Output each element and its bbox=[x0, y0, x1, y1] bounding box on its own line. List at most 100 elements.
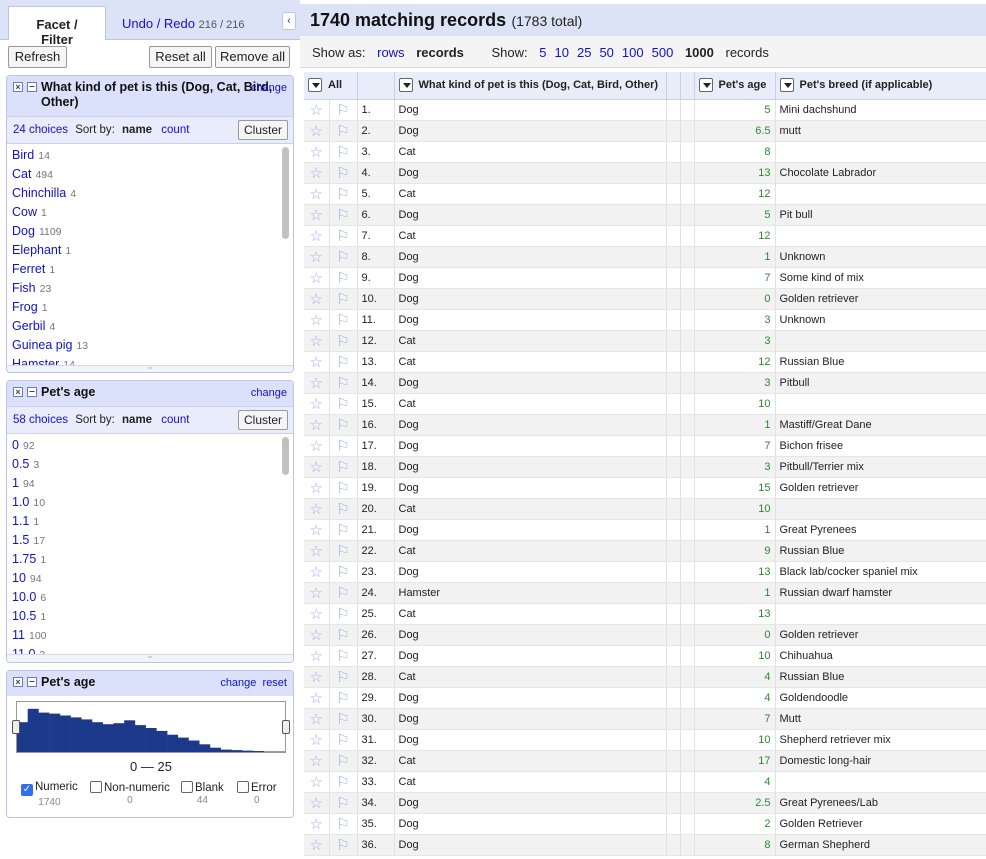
star-icon[interactable]: ☆ bbox=[304, 309, 330, 331]
flag-icon[interactable]: ⚐ bbox=[329, 519, 358, 541]
cell-blank[interactable] bbox=[666, 225, 681, 247]
choice-label[interactable]: Cow bbox=[12, 205, 37, 219]
star-icon[interactable]: ☆ bbox=[304, 603, 330, 625]
cell-age[interactable]: 9 bbox=[694, 540, 776, 562]
cell-pet[interactable]: Dog bbox=[394, 162, 667, 184]
flag-icon[interactable]: ⚐ bbox=[329, 351, 358, 373]
cell-breed[interactable] bbox=[775, 498, 986, 520]
cell-blank[interactable] bbox=[680, 330, 695, 352]
choice-label[interactable]: Guinea pig bbox=[12, 338, 72, 352]
cell-breed[interactable]: Golden Retriever bbox=[775, 813, 986, 835]
cell-breed[interactable]: German Shepherd bbox=[775, 834, 986, 856]
reset-link[interactable]: reset bbox=[263, 677, 287, 689]
cell-age[interactable]: 1 bbox=[694, 414, 776, 436]
facet-choice[interactable]: Cow 1 bbox=[12, 203, 293, 222]
cell-age[interactable]: 2.5 bbox=[694, 792, 776, 814]
table-row[interactable]: ☆ ⚐ 14. Dog 3 Pitbull bbox=[304, 372, 986, 394]
cell-age[interactable]: 10 bbox=[694, 645, 776, 667]
flag-icon[interactable]: ⚐ bbox=[329, 603, 358, 625]
star-icon[interactable]: ☆ bbox=[304, 729, 330, 751]
cell-blank[interactable] bbox=[666, 183, 681, 205]
star-icon[interactable]: ☆ bbox=[304, 99, 330, 121]
facet-choice[interactable]: 1 94 bbox=[12, 474, 293, 493]
cell-pet[interactable]: Dog bbox=[394, 477, 667, 499]
histogram[interactable] bbox=[12, 701, 290, 753]
cell-blank[interactable] bbox=[680, 666, 695, 688]
cell-age[interactable]: 13 bbox=[694, 162, 776, 184]
facet-choice[interactable]: 11.03 bbox=[12, 645, 293, 654]
cell-age[interactable]: 12 bbox=[694, 225, 776, 247]
flag-icon[interactable]: ⚐ bbox=[329, 645, 358, 667]
cell-blank[interactable] bbox=[666, 540, 681, 562]
facet-choice[interactable]: Gerbil 4 bbox=[12, 317, 293, 336]
cell-age[interactable]: 3 bbox=[694, 456, 776, 478]
cell-blank[interactable] bbox=[666, 582, 681, 604]
choice-label[interactable]: Dog bbox=[12, 224, 35, 238]
table-row[interactable]: ☆ ⚐ 19. Dog 15 Golden retriever bbox=[304, 477, 986, 499]
cell-blank[interactable] bbox=[680, 750, 695, 772]
table-row[interactable]: ☆ ⚐ 27. Dog 10 Chihuahua bbox=[304, 645, 986, 667]
cell-blank[interactable] bbox=[680, 288, 695, 310]
cell-age[interactable]: 8 bbox=[694, 141, 776, 163]
cell-blank[interactable] bbox=[680, 729, 695, 751]
choice-label[interactable]: Ferret bbox=[12, 262, 45, 276]
cell-breed[interactable]: Pit bull bbox=[775, 204, 986, 226]
star-icon[interactable]: ☆ bbox=[304, 708, 330, 730]
range-handle-right[interactable] bbox=[282, 720, 290, 734]
table-row[interactable]: ☆ ⚐ 23. Dog 13 Black lab/cocker spaniel mix bbox=[304, 561, 986, 583]
cell-age[interactable]: 17 bbox=[694, 750, 776, 772]
sort-count-option[interactable]: count bbox=[161, 414, 189, 426]
cell-blank[interactable] bbox=[666, 561, 681, 583]
table-row[interactable]: ☆ ⚐ 4. Dog 13 Chocolate Labrador bbox=[304, 162, 986, 184]
cell-blank[interactable] bbox=[680, 603, 695, 625]
cell-blank[interactable] bbox=[680, 414, 695, 436]
choice-label[interactable]: 0.5 bbox=[12, 457, 29, 471]
cell-age[interactable]: 5 bbox=[694, 204, 776, 226]
cell-blank[interactable] bbox=[666, 288, 681, 310]
choice-label[interactable]: 10.5 bbox=[12, 609, 36, 623]
star-icon[interactable]: ☆ bbox=[304, 225, 330, 247]
cell-age[interactable]: 3 bbox=[694, 330, 776, 352]
page-size-option[interactable]: 100 bbox=[622, 45, 644, 60]
cell-pet[interactable]: Dog bbox=[394, 834, 667, 856]
choice-label[interactable]: 10 bbox=[12, 571, 26, 585]
cell-pet[interactable]: Cat bbox=[394, 141, 667, 163]
flag-icon[interactable]: ⚐ bbox=[329, 225, 358, 247]
cell-age[interactable]: 13 bbox=[694, 603, 776, 625]
table-row[interactable]: ☆ ⚐ 11. Dog 3 Unknown bbox=[304, 309, 986, 331]
table-row[interactable]: ☆ ⚐ 12. Cat 3 bbox=[304, 330, 986, 352]
facet-choice[interactable]: Elephant 1 bbox=[12, 241, 293, 260]
cell-breed[interactable]: Great Pyrenees bbox=[775, 519, 986, 541]
cell-breed[interactable]: Shepherd retriever mix bbox=[775, 729, 986, 751]
facet-choice[interactable]: 1.5 17 bbox=[12, 531, 293, 550]
cell-blank[interactable] bbox=[666, 792, 681, 814]
minimize-icon[interactable]: – bbox=[27, 387, 37, 397]
flag-icon[interactable]: ⚐ bbox=[329, 414, 358, 436]
cell-pet[interactable]: Cat bbox=[394, 393, 667, 415]
checkbox-empty-icon[interactable] bbox=[181, 781, 193, 793]
page-size-option[interactable]: 5 bbox=[539, 45, 546, 60]
column-header-all[interactable]: All bbox=[304, 72, 358, 100]
flag-icon[interactable]: ⚐ bbox=[329, 813, 358, 835]
choice-label[interactable]: 1.1 bbox=[12, 514, 29, 528]
cell-breed[interactable]: Unknown bbox=[775, 309, 986, 331]
choice-label[interactable]: 1.5 bbox=[12, 533, 29, 547]
facet-choice[interactable]: Fish 23 bbox=[12, 279, 293, 298]
cell-breed[interactable]: Chihuahua bbox=[775, 645, 986, 667]
table-row[interactable]: ☆ ⚐ 22. Cat 9 Russian Blue bbox=[304, 540, 986, 562]
star-icon[interactable]: ☆ bbox=[304, 246, 330, 268]
facet-choice[interactable]: 10.5 1 bbox=[12, 607, 293, 626]
cell-age[interactable]: 10 bbox=[694, 729, 776, 751]
cell-blank[interactable] bbox=[680, 204, 695, 226]
facet-choice[interactable]: Frog 1 bbox=[12, 298, 293, 317]
flag-icon[interactable]: ⚐ bbox=[329, 309, 358, 331]
cell-blank[interactable] bbox=[680, 792, 695, 814]
star-icon[interactable]: ☆ bbox=[304, 498, 330, 520]
table-row[interactable]: ☆ ⚐ 3. Cat 8 bbox=[304, 141, 986, 163]
cell-age[interactable]: 6.5 bbox=[694, 120, 776, 142]
cell-blank[interactable] bbox=[666, 708, 681, 730]
cell-blank[interactable] bbox=[666, 456, 681, 478]
star-icon[interactable]: ☆ bbox=[304, 561, 330, 583]
resize-handle[interactable]: ═ bbox=[7, 365, 293, 372]
checkbox-checked-icon[interactable]: ✓ bbox=[21, 784, 33, 796]
